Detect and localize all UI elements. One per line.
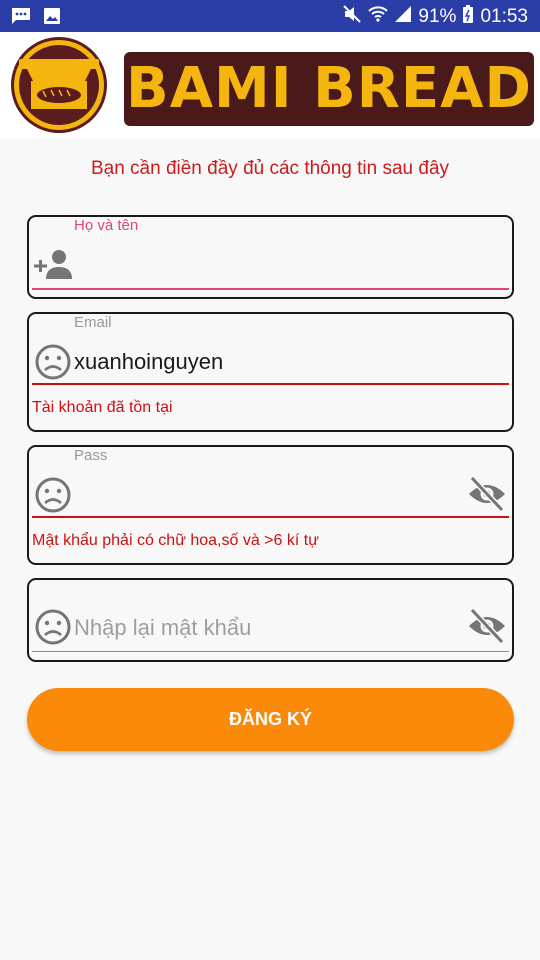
password-label: Pass	[74, 447, 108, 464]
battery-percent: 91%	[418, 6, 457, 27]
confirm-underline	[32, 651, 509, 652]
bread-shop-icon	[5, 35, 113, 140]
email-label: Email	[74, 314, 112, 331]
status-bar: 91% 01:53	[0, 0, 540, 32]
form-notice: Bạn cần điền đầy đủ các thông tin sau đâ…	[90, 158, 450, 179]
email-field[interactable]: Email xuanhoinguyen Tài khoản đã tồn tại	[27, 312, 514, 432]
email-input[interactable]: xuanhoinguyen	[74, 349, 223, 375]
confirm-password-field[interactable]: Nhập lại mật khẩu	[27, 578, 514, 662]
sad-face-icon	[34, 343, 72, 386]
mute-icon	[342, 4, 362, 30]
password-underline	[32, 516, 509, 518]
eye-off-icon[interactable]	[467, 607, 507, 649]
eye-off-icon[interactable]	[467, 475, 507, 517]
signal-icon	[394, 4, 412, 30]
register-button[interactable]: ĐĂNG KÝ	[27, 688, 514, 751]
sad-face-icon	[34, 476, 72, 519]
brand-title: BAMI BREAD	[126, 56, 532, 121]
sad-face-icon	[34, 608, 72, 651]
clock: 01:53	[480, 6, 528, 27]
message-icon	[10, 6, 32, 31]
brand-header: BAMI BREAD	[0, 32, 540, 138]
wifi-icon	[368, 4, 389, 30]
password-field[interactable]: Pass Mật khẩu phải có chữ hoa,số và >6 k…	[27, 445, 514, 565]
password-error: Mật khẩu phải có chữ hoa,số và >6 kí tự	[32, 532, 319, 549]
fullname-underline	[32, 288, 509, 290]
email-error: Tài khoản đã tồn tại	[32, 399, 173, 416]
fullname-label: Họ và tên	[74, 217, 139, 234]
fullname-field[interactable]: Họ và tên	[27, 215, 514, 299]
image-icon	[42, 6, 62, 31]
battery-icon	[462, 4, 474, 30]
email-underline	[32, 383, 509, 385]
confirm-password-input[interactable]: Nhập lại mật khẩu	[74, 615, 251, 641]
add-person-icon	[34, 247, 74, 286]
brand-wordmark: BAMI BREAD	[124, 52, 534, 126]
